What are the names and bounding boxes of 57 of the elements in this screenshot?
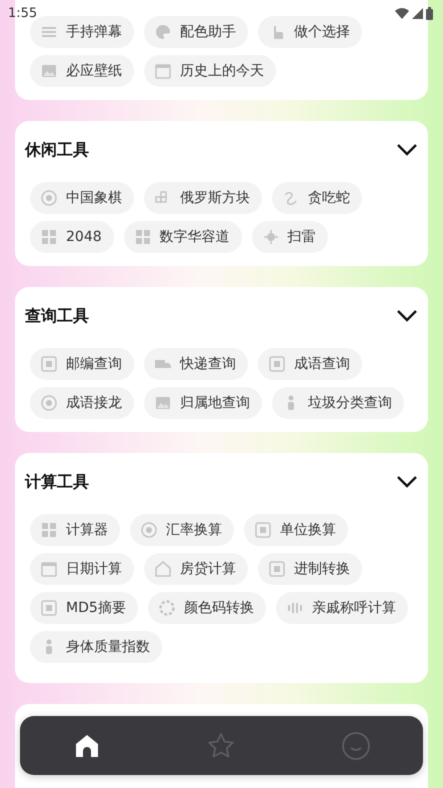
- square-icon: [254, 521, 272, 539]
- chevron-down-icon[interactable]: [396, 309, 418, 323]
- image-icon: [40, 62, 58, 80]
- tool-chip[interactable]: 汇率换算: [130, 514, 234, 546]
- tool-chip[interactable]: 做个选择: [258, 16, 362, 48]
- palette-icon: [154, 23, 172, 41]
- calendar-icon: [40, 560, 58, 578]
- tool-chip[interactable]: 数字华容道: [124, 221, 242, 253]
- circle-icon: [40, 394, 58, 412]
- tool-chip[interactable]: MD5摘要: [30, 592, 138, 624]
- tool-chip[interactable]: 中国象棋: [30, 182, 134, 214]
- circle-icon: [40, 189, 58, 207]
- tool-chip[interactable]: 贪吃蛇: [272, 182, 362, 214]
- tool-chip[interactable]: 身体质量指数: [30, 631, 162, 663]
- tool-chip[interactable]: 单位换算: [244, 514, 348, 546]
- tool-chip[interactable]: 必应壁纸: [30, 55, 134, 87]
- tool-chip[interactable]: 快递查询: [144, 348, 248, 380]
- section-title: 休闲工具: [25, 140, 89, 160]
- grid-icon: [134, 228, 152, 246]
- tool-chip[interactable]: 邮编查询: [30, 348, 134, 380]
- chevron-down-icon[interactable]: [396, 143, 418, 157]
- tool-chip[interactable]: 成语查询: [258, 348, 362, 380]
- square-icon: [268, 355, 286, 373]
- tool-chip[interactable]: 颜色码转换: [148, 592, 266, 624]
- section-title: 查询工具: [25, 306, 89, 326]
- chevron-down-icon[interactable]: [396, 475, 418, 489]
- star-icon: [206, 730, 236, 760]
- image-icon: [154, 394, 172, 412]
- tool-chip[interactable]: 俄罗斯方块: [144, 182, 262, 214]
- tool-chip[interactable]: 日期计算: [30, 553, 134, 585]
- tool-chip[interactable]: 房贷计算: [144, 553, 248, 585]
- tool-chip[interactable]: 归属地查询: [144, 387, 262, 419]
- tool-chip[interactable]: 配色助手: [144, 16, 248, 48]
- square-icon: [40, 355, 58, 373]
- smiley-icon: [340, 730, 371, 760]
- tool-chip[interactable]: 2048: [30, 221, 114, 253]
- house-icon: [154, 560, 172, 578]
- square-icon: [268, 560, 286, 578]
- tool-chip[interactable]: 扫雷: [252, 221, 328, 253]
- tool-chip[interactable]: 进制转换: [258, 553, 362, 585]
- tool-chip[interactable]: 手持弹幕: [30, 16, 134, 48]
- tool-chip[interactable]: 亲戚称呼计算: [276, 592, 408, 624]
- wifi-icon: [395, 8, 409, 18]
- grid-icon: [40, 228, 58, 246]
- square-icon: [40, 599, 58, 617]
- tool-chip[interactable]: 计算器: [30, 514, 120, 546]
- calendar-icon: [154, 62, 172, 80]
- tool-chip[interactable]: 历史上的今天: [144, 55, 276, 87]
- circle-icon: [140, 521, 158, 539]
- grid-icon: [40, 521, 58, 539]
- sun-icon: [262, 228, 280, 246]
- tool-chip[interactable]: 成语接龙: [30, 387, 134, 419]
- tool-chip[interactable]: 垃圾分类查询: [272, 387, 404, 419]
- battery-icon: [426, 6, 433, 20]
- signal-icon: [412, 8, 423, 18]
- ring-icon: [158, 599, 176, 617]
- section-title: 计算工具: [25, 472, 89, 492]
